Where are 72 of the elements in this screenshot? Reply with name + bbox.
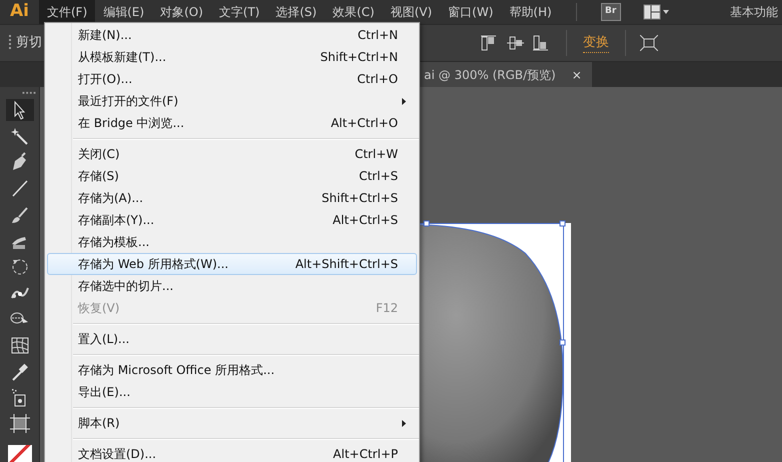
menu-item-label: 最近打开的文件(F) — [78, 93, 178, 110]
bounding-box-icon[interactable] — [640, 35, 658, 51]
menu-item-label: 存储(S) — [78, 168, 119, 185]
menu-item[interactable]: 新建(N)... Ctrl+N — [47, 24, 417, 46]
menu-item[interactable]: 脚本(R) — [47, 412, 417, 434]
align-middle-icon[interactable] — [506, 34, 524, 52]
menu-item-label: 关闭(C) — [78, 146, 120, 163]
menu-item-label: 恢复(V) — [78, 300, 120, 317]
shortcut-label: Ctrl+O — [357, 71, 398, 88]
align-bottom-icon[interactable] — [532, 34, 550, 52]
layout-icon[interactable] — [642, 4, 671, 20]
submenu-arrow-icon — [402, 420, 406, 426]
menu-item[interactable]: 选择(S) — [268, 0, 325, 24]
menu-item[interactable]: 存储(S) Ctrl+S — [47, 165, 417, 187]
tool-button[interactable] — [6, 98, 34, 121]
shortcut-label: F12 — [376, 300, 398, 317]
menu-item[interactable]: 存储为 Microsoft Office 所用格式... — [47, 359, 417, 381]
menu-item-label: 存储为 Microsoft Office 所用格式... — [78, 362, 275, 379]
align-top-icon[interactable] — [480, 34, 498, 52]
menu-item-label: 在 Bridge 中浏览... — [78, 115, 184, 132]
menu-item[interactable]: 在 Bridge 中浏览... Alt+Ctrl+O — [47, 112, 417, 134]
app-logo: Ai — [9, 0, 30, 24]
menu-item-label: 导出(E)... — [78, 384, 130, 401]
menu-item-label: 脚本(R) — [78, 415, 120, 432]
menu-item[interactable]: 文字(T) — [211, 0, 268, 24]
menu-item[interactable]: 存储副本(Y)... Alt+Ctrl+S — [47, 209, 417, 231]
menu-item[interactable]: 对象(O) — [152, 0, 212, 24]
grip-icon[interactable] — [8, 34, 12, 52]
artboard-icon — [9, 413, 31, 436]
menu-item[interactable]: 最近打开的文件(F) — [47, 90, 417, 112]
menu-item-label: 文档设置(D)... — [78, 446, 156, 462]
shortcut-label: Alt+Shift+Ctrl+S — [295, 256, 398, 273]
transform-link[interactable]: 变换 — [583, 32, 609, 54]
fill-swatch[interactable] — [8, 445, 32, 462]
shortcut-label: Shift+Ctrl+S — [322, 190, 398, 207]
submenu-arrow-icon — [402, 98, 406, 104]
menu-item[interactable]: 文件(F) — [38, 0, 96, 24]
menu-item[interactable]: 导出(E)... — [47, 381, 417, 403]
menu-item[interactable]: 置入(L)... — [47, 328, 417, 350]
menu-item-label: 存储副本(Y)... — [78, 212, 154, 229]
menu-item[interactable]: 视图(V) — [382, 0, 440, 24]
menu-item-label: 存储为(A)... — [78, 190, 144, 207]
shortcut-label: Alt+Ctrl+P — [333, 446, 398, 462]
menu-item[interactable]: 关闭(C) Ctrl+W — [47, 143, 417, 165]
shortcut-label: Alt+Ctrl+O — [330, 115, 398, 132]
shortcut-label: Alt+Ctrl+S — [332, 212, 398, 229]
close-button[interactable]: × — [572, 66, 582, 84]
menu-item-label: 存储为 Web 所用格式(W)... — [78, 256, 228, 273]
menu-item[interactable]: 存储为模板... — [47, 231, 417, 253]
menu-item-label: 打开(O)... — [78, 71, 132, 88]
menu-item[interactable]: 效果(C) — [324, 0, 382, 24]
workspace-label[interactable]: 基本功能 — [730, 3, 778, 21]
menu-item[interactable]: 帮助(H) — [501, 0, 560, 24]
menu-item[interactable]: 编辑(E) — [95, 0, 152, 24]
bridge-button[interactable]: Br — [600, 3, 621, 21]
menu-item-label: 新建(N)... — [78, 27, 132, 44]
menu-item-label: 从模板新建(T)... — [78, 49, 166, 66]
menu-item[interactable]: 窗口(W) — [440, 0, 502, 24]
menu-item-label: 存储为模板... — [78, 234, 150, 251]
shortcut-label: Shift+Ctrl+N — [320, 49, 398, 66]
menu-item[interactable]: 存储为(A)... Shift+Ctrl+S — [47, 187, 417, 209]
menu-item[interactable]: 存储为 Web 所用格式(W)... Alt+Shift+Ctrl+S — [47, 253, 417, 275]
menu-item[interactable]: 存储选中的切片... — [47, 275, 417, 297]
menu-item-label: 置入(L)... — [78, 331, 130, 348]
control-label: 剪切 — [16, 34, 42, 52]
shortcut-label: Ctrl+W — [354, 146, 398, 163]
menu-item-label: 存储选中的切片... — [78, 278, 174, 295]
grip-icon[interactable] — [22, 91, 36, 95]
shortcut-label: Ctrl+N — [358, 27, 398, 44]
shortcut-label: Ctrl+S — [358, 168, 398, 185]
menu-item[interactable]: 文档设置(D)... Alt+Ctrl+P — [47, 443, 417, 462]
document-title: ai @ 300% (RGB/预览) — [424, 66, 556, 84]
